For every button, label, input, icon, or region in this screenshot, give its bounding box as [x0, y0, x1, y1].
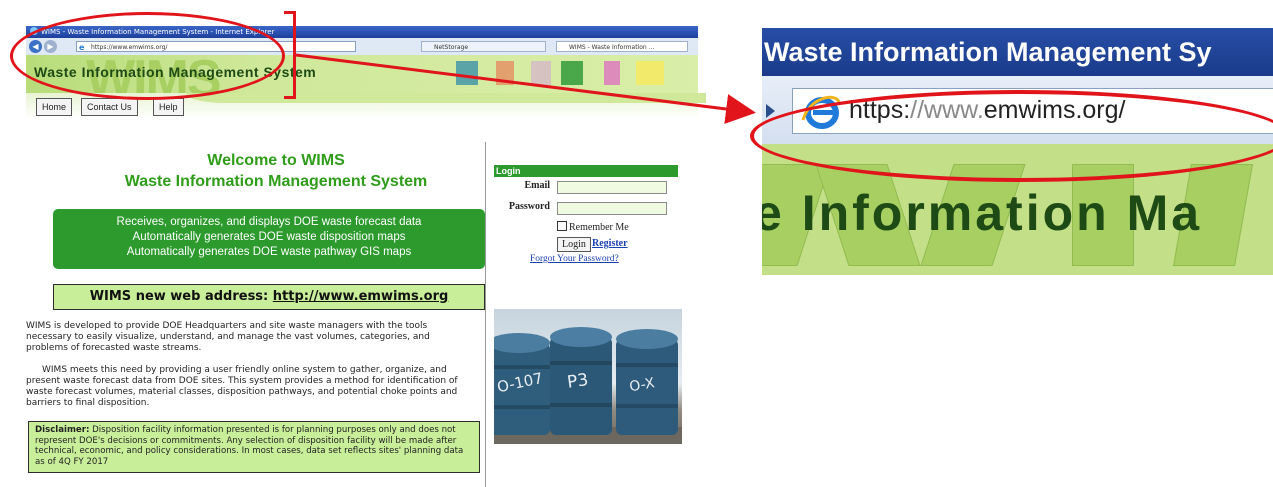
zoom-site-title: e Information Ma — [762, 185, 1203, 241]
zoom-title-bar: Waste Information Management Sy — [762, 28, 1273, 76]
callout-ellipse-zoom — [750, 90, 1273, 182]
